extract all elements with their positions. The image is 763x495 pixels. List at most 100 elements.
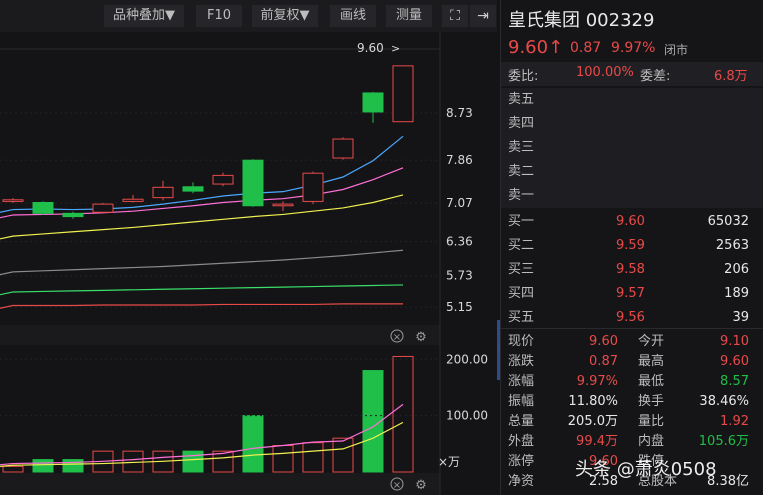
ask-row[interactable]: 卖四 — [500, 114, 763, 133]
stat-value: 9.97% — [576, 374, 618, 389]
panel-toggle-icon[interactable]: ⇥ — [470, 5, 496, 27]
ask-row[interactable]: 卖二 — [500, 162, 763, 181]
candle-body — [392, 65, 414, 123]
ask-label: 卖三 — [508, 140, 535, 155]
bid-volume: 189 — [724, 286, 749, 301]
close-volume-icon[interactable]: × — [390, 329, 404, 343]
candle-body — [152, 186, 174, 199]
volume-tick-label: 100.00 — [446, 409, 488, 423]
stat-value: 9.60 — [720, 354, 749, 369]
stat-value: 38.46% — [699, 394, 749, 409]
diff-value: 6.8万 — [714, 69, 748, 84]
price-change-pct: 9.97% — [611, 40, 656, 56]
close-bottom-icon[interactable]: × — [390, 477, 404, 491]
stat-row: 总量 205.0万 量比 1.92 — [500, 412, 763, 431]
svg-text:×: × — [393, 332, 401, 343]
stat-row: 振幅 11.80% 换手 38.46% — [500, 392, 763, 411]
stat-label: 最低 — [638, 374, 665, 389]
stat-label: 内盘 — [638, 434, 665, 449]
fullscreen-icon[interactable]: ⛶ — [442, 5, 468, 27]
ask-label: 卖一 — [508, 188, 535, 203]
price-change: 0.87 — [570, 40, 602, 56]
bid-price: 9.57 — [616, 286, 645, 301]
stat-value: 105.6万 — [698, 434, 749, 449]
stat-label: 振幅 — [508, 394, 535, 409]
ratio-value: 100.00% — [576, 65, 634, 80]
bid-price: 9.59 — [616, 238, 645, 253]
candle-body — [332, 138, 354, 159]
candle-body — [2, 199, 24, 202]
stat-value: 1.92 — [720, 414, 749, 429]
volume-bar — [332, 437, 354, 473]
stat-value: 11.80% — [568, 394, 618, 409]
candle-body — [362, 92, 384, 113]
volume-bar — [182, 450, 204, 473]
volume-bar — [242, 415, 264, 473]
candle-body — [212, 174, 234, 185]
stat-label: 净资 — [508, 474, 535, 489]
candlestick-chart[interactable]: 8.737.867.076.365.735.15 200.00100.00 × … — [0, 32, 497, 495]
ask-label: 卖四 — [508, 116, 535, 131]
bid-label: 买四 — [508, 286, 535, 301]
bid-label: 买三 — [508, 262, 535, 277]
stat-label: 量比 — [638, 414, 665, 429]
stock-code: 002329 — [585, 10, 655, 31]
stock-title: 皇氏集团 002329 — [508, 6, 654, 32]
bid-label: 买一 — [508, 214, 535, 229]
stock-name: 皇氏集团 — [508, 10, 580, 31]
overlay-button[interactable]: 品种叠加▼ — [104, 5, 184, 27]
stat-value: 99.4万 — [576, 434, 618, 449]
bid-row[interactable]: 买三 9.58 206 — [500, 260, 763, 279]
volume-bar — [392, 355, 414, 473]
current-price: 9.60↑ — [508, 37, 563, 58]
last-price-arrow: > — [391, 42, 400, 55]
volume-unit: ×万 — [438, 455, 460, 469]
volume-bar — [62, 459, 84, 473]
ask-row[interactable]: 卖三 — [500, 138, 763, 157]
volume-bar — [272, 445, 294, 473]
stat-label: 最高 — [638, 354, 665, 369]
settings-volume-icon[interactable]: ⚙ — [415, 330, 427, 345]
stat-label: 今开 — [638, 334, 665, 349]
candle — [242, 159, 264, 207]
measure-button[interactable]: 测量 — [386, 5, 432, 27]
committee-row: 委比: 100.00% 委差: 6.8万 — [500, 62, 763, 86]
bid-volume: 65032 — [707, 214, 749, 229]
candle-body — [92, 203, 114, 213]
bid-label: 买二 — [508, 238, 535, 253]
ratio-label: 委比: — [508, 69, 539, 84]
bid-volume: 2563 — [715, 238, 749, 253]
stat-row: 涨幅 9.97% 最低 8.57 — [500, 372, 763, 391]
stat-label: 外盘 — [508, 434, 535, 449]
svg-text:⚙: ⚙ — [415, 330, 427, 345]
bid-row[interactable]: 买四 9.57 189 — [500, 284, 763, 303]
adjust-button[interactable]: 前复权▼ — [252, 5, 318, 27]
bid-price: 9.60 — [616, 214, 645, 229]
price-tick-label: 7.86 — [446, 153, 473, 167]
draw-line-button[interactable]: 画线 — [330, 5, 376, 27]
stat-row: 现价 9.60 今开 9.10 — [500, 332, 763, 351]
chart-toolbar: 品种叠加▼ F10 前复权▼ 画线 测量 ⛶ ⇥ — [0, 0, 497, 32]
candle — [32, 201, 54, 215]
volume-bar — [302, 442, 324, 473]
stat-row: 涨跌 0.87 最高 9.60 — [500, 352, 763, 371]
candle-body — [32, 201, 54, 214]
candle — [302, 171, 324, 205]
stat-value: 0.87 — [589, 354, 618, 369]
candle-body — [122, 198, 144, 202]
volume-tick-label: 200.00 — [446, 352, 488, 366]
f10-button[interactable]: F10 — [196, 5, 242, 27]
settings-bottom-icon[interactable]: ⚙ — [415, 478, 427, 493]
bid-row[interactable]: 买一 9.60 65032 — [500, 212, 763, 231]
bid-price: 9.56 — [616, 310, 645, 325]
price-tick-label: 8.73 — [446, 106, 473, 120]
price-value: 9.60 — [508, 37, 549, 58]
ask-list: 卖五卖四卖三卖二卖一 — [500, 88, 763, 208]
ask-row[interactable]: 卖五 — [500, 90, 763, 109]
ask-row[interactable]: 卖一 — [500, 186, 763, 205]
bottom-panel-header — [0, 473, 440, 495]
bid-row[interactable]: 买五 9.56 39 — [500, 308, 763, 327]
stat-value: 205.0万 — [567, 414, 618, 429]
candle — [92, 203, 114, 214]
bid-row[interactable]: 买二 9.59 2563 — [500, 236, 763, 255]
